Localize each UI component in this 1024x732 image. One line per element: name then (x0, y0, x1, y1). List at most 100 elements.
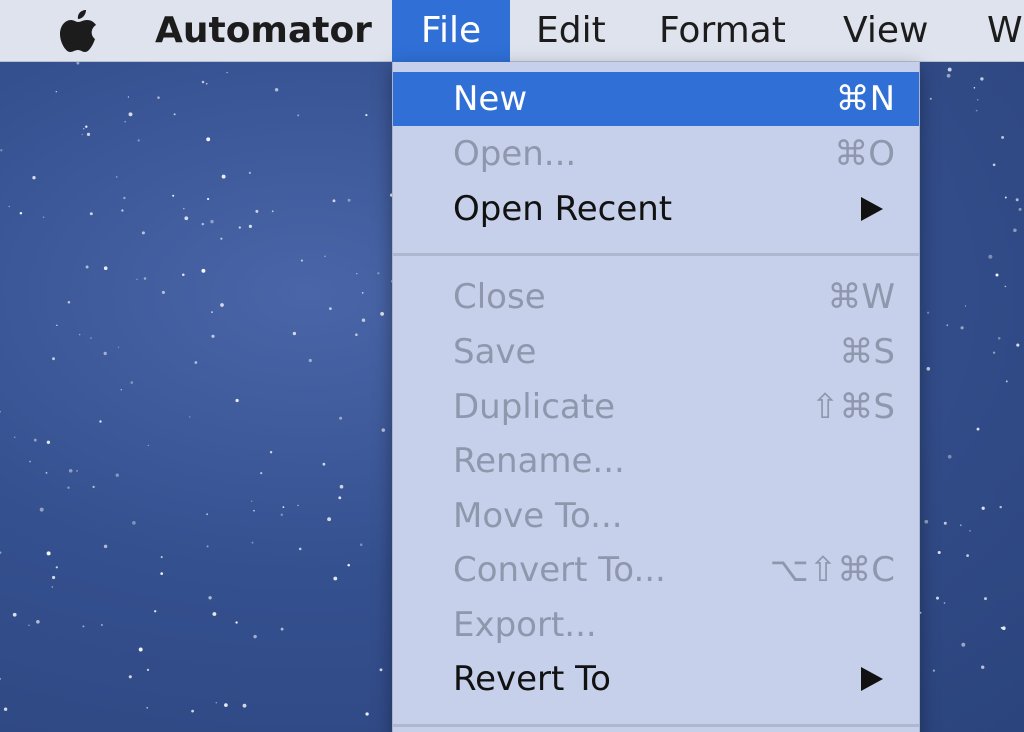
star-dot (253, 509, 255, 512)
menu-item-open-recent[interactable]: Open Recent (393, 182, 919, 236)
star-dot (115, 473, 119, 477)
file-menu-dropdown: New ⌘N Open... ⌘O Open Recent Close ⌘W S… (392, 62, 920, 732)
star-dot (926, 366, 931, 371)
star-dot (339, 484, 344, 489)
star-dot (12, 612, 17, 617)
menu-item-open[interactable]: Open... ⌘O (393, 127, 919, 181)
star-dot (1000, 627, 1003, 629)
star-dot (55, 566, 58, 569)
menu-item-new[interactable]: New ⌘N (393, 72, 919, 126)
star-dot (141, 231, 145, 235)
star-dot (182, 273, 185, 276)
star-dot (300, 259, 303, 262)
menu-window[interactable]: W (987, 0, 1023, 62)
menu-item-label: Rename... (453, 441, 625, 481)
star-dot (78, 333, 81, 336)
menu-item-label: Duplicate (453, 387, 615, 427)
submenu-arrow-icon (861, 197, 883, 221)
star-dot (210, 219, 214, 224)
star-dot (308, 358, 312, 363)
star-dot (173, 113, 176, 116)
app-menu-automator[interactable]: Automator (155, 0, 372, 62)
star-dot (85, 125, 88, 128)
star-dot (924, 519, 929, 524)
menu-item-duplicate[interactable]: Duplicate ⇧⌘S (393, 380, 919, 434)
menu-item-revert-to[interactable]: Revert To (393, 652, 919, 706)
star-dot (338, 496, 342, 500)
star-dot (146, 707, 148, 709)
star-dot (946, 324, 949, 327)
star-dot (0, 149, 3, 152)
star-dot (147, 444, 150, 447)
star-dot (0, 677, 2, 680)
menu-item-label: Open Recent (453, 189, 673, 229)
menu-item-shortcut: ⌘N (835, 79, 895, 119)
star-dot (260, 472, 263, 475)
star-dot (992, 163, 996, 167)
star-dot (248, 224, 252, 228)
star-dot (981, 506, 985, 510)
star-dot (274, 88, 279, 92)
menu-item-rename[interactable]: Rename... (393, 434, 919, 488)
star-dot (235, 621, 238, 624)
star-dot (947, 67, 952, 72)
menu-item-export[interactable]: Export... (393, 598, 919, 652)
menu-item-save[interactable]: Save ⌘S (393, 325, 919, 379)
menu-format[interactable]: Format (659, 0, 786, 62)
star-dot (103, 266, 108, 271)
star-dot (86, 132, 91, 137)
star-dot (332, 199, 336, 203)
menu-bar: Automator File Edit Format View W (0, 0, 1024, 62)
menu-item-move-to[interactable]: Move To... (393, 489, 919, 543)
star-dot (361, 318, 366, 322)
star-dot (29, 460, 32, 463)
star-dot (969, 530, 971, 532)
star-dot (0, 411, 1, 413)
star-dot (89, 212, 93, 216)
menu-item-shortcut: ⌘S (839, 332, 895, 372)
star-dot (333, 576, 338, 581)
apple-logo-icon[interactable] (56, 8, 100, 54)
star-dot (51, 586, 54, 588)
menu-item-convert-to[interactable]: Convert To... ⌥⇧⌘C (393, 543, 919, 597)
star-dot (154, 610, 157, 613)
menu-view[interactable]: View (843, 0, 928, 62)
star-dot (365, 712, 369, 716)
star-dot (297, 114, 300, 117)
star-dot (36, 619, 40, 624)
star-dot (99, 420, 102, 423)
star-dot (282, 506, 285, 508)
star-dot (327, 517, 332, 522)
star-dot (132, 521, 136, 525)
star-dot (123, 196, 126, 200)
star-dot (52, 357, 55, 361)
menu-separator (393, 724, 919, 727)
star-dot (46, 551, 51, 556)
star-dot (932, 669, 936, 672)
star-dot (157, 96, 160, 99)
star-dot (238, 226, 241, 229)
menu-file[interactable]: File (392, 0, 510, 62)
star-dot (280, 627, 284, 631)
star-dot (377, 272, 380, 275)
menu-item-close[interactable]: Close ⌘W (393, 270, 919, 324)
star-dot (959, 524, 962, 527)
star-dot (250, 500, 253, 502)
star-dot (251, 541, 254, 544)
star-dot (46, 440, 51, 444)
star-dot (0, 551, 2, 554)
star-dot (976, 427, 980, 431)
star-dot (943, 521, 947, 525)
star-dot (988, 254, 993, 259)
star-dot (224, 703, 228, 707)
star-dot (184, 216, 189, 221)
menu-edit[interactable]: Edit (536, 0, 606, 62)
star-dot (947, 454, 952, 459)
star-dot (215, 702, 218, 704)
star-dot (128, 112, 133, 117)
star-dot (138, 647, 143, 652)
star-dot (980, 77, 984, 81)
star-dot (146, 668, 150, 672)
menu-item-label: New (453, 79, 528, 119)
menu-item-shortcut: ⌥⇧⌘C (769, 550, 895, 590)
